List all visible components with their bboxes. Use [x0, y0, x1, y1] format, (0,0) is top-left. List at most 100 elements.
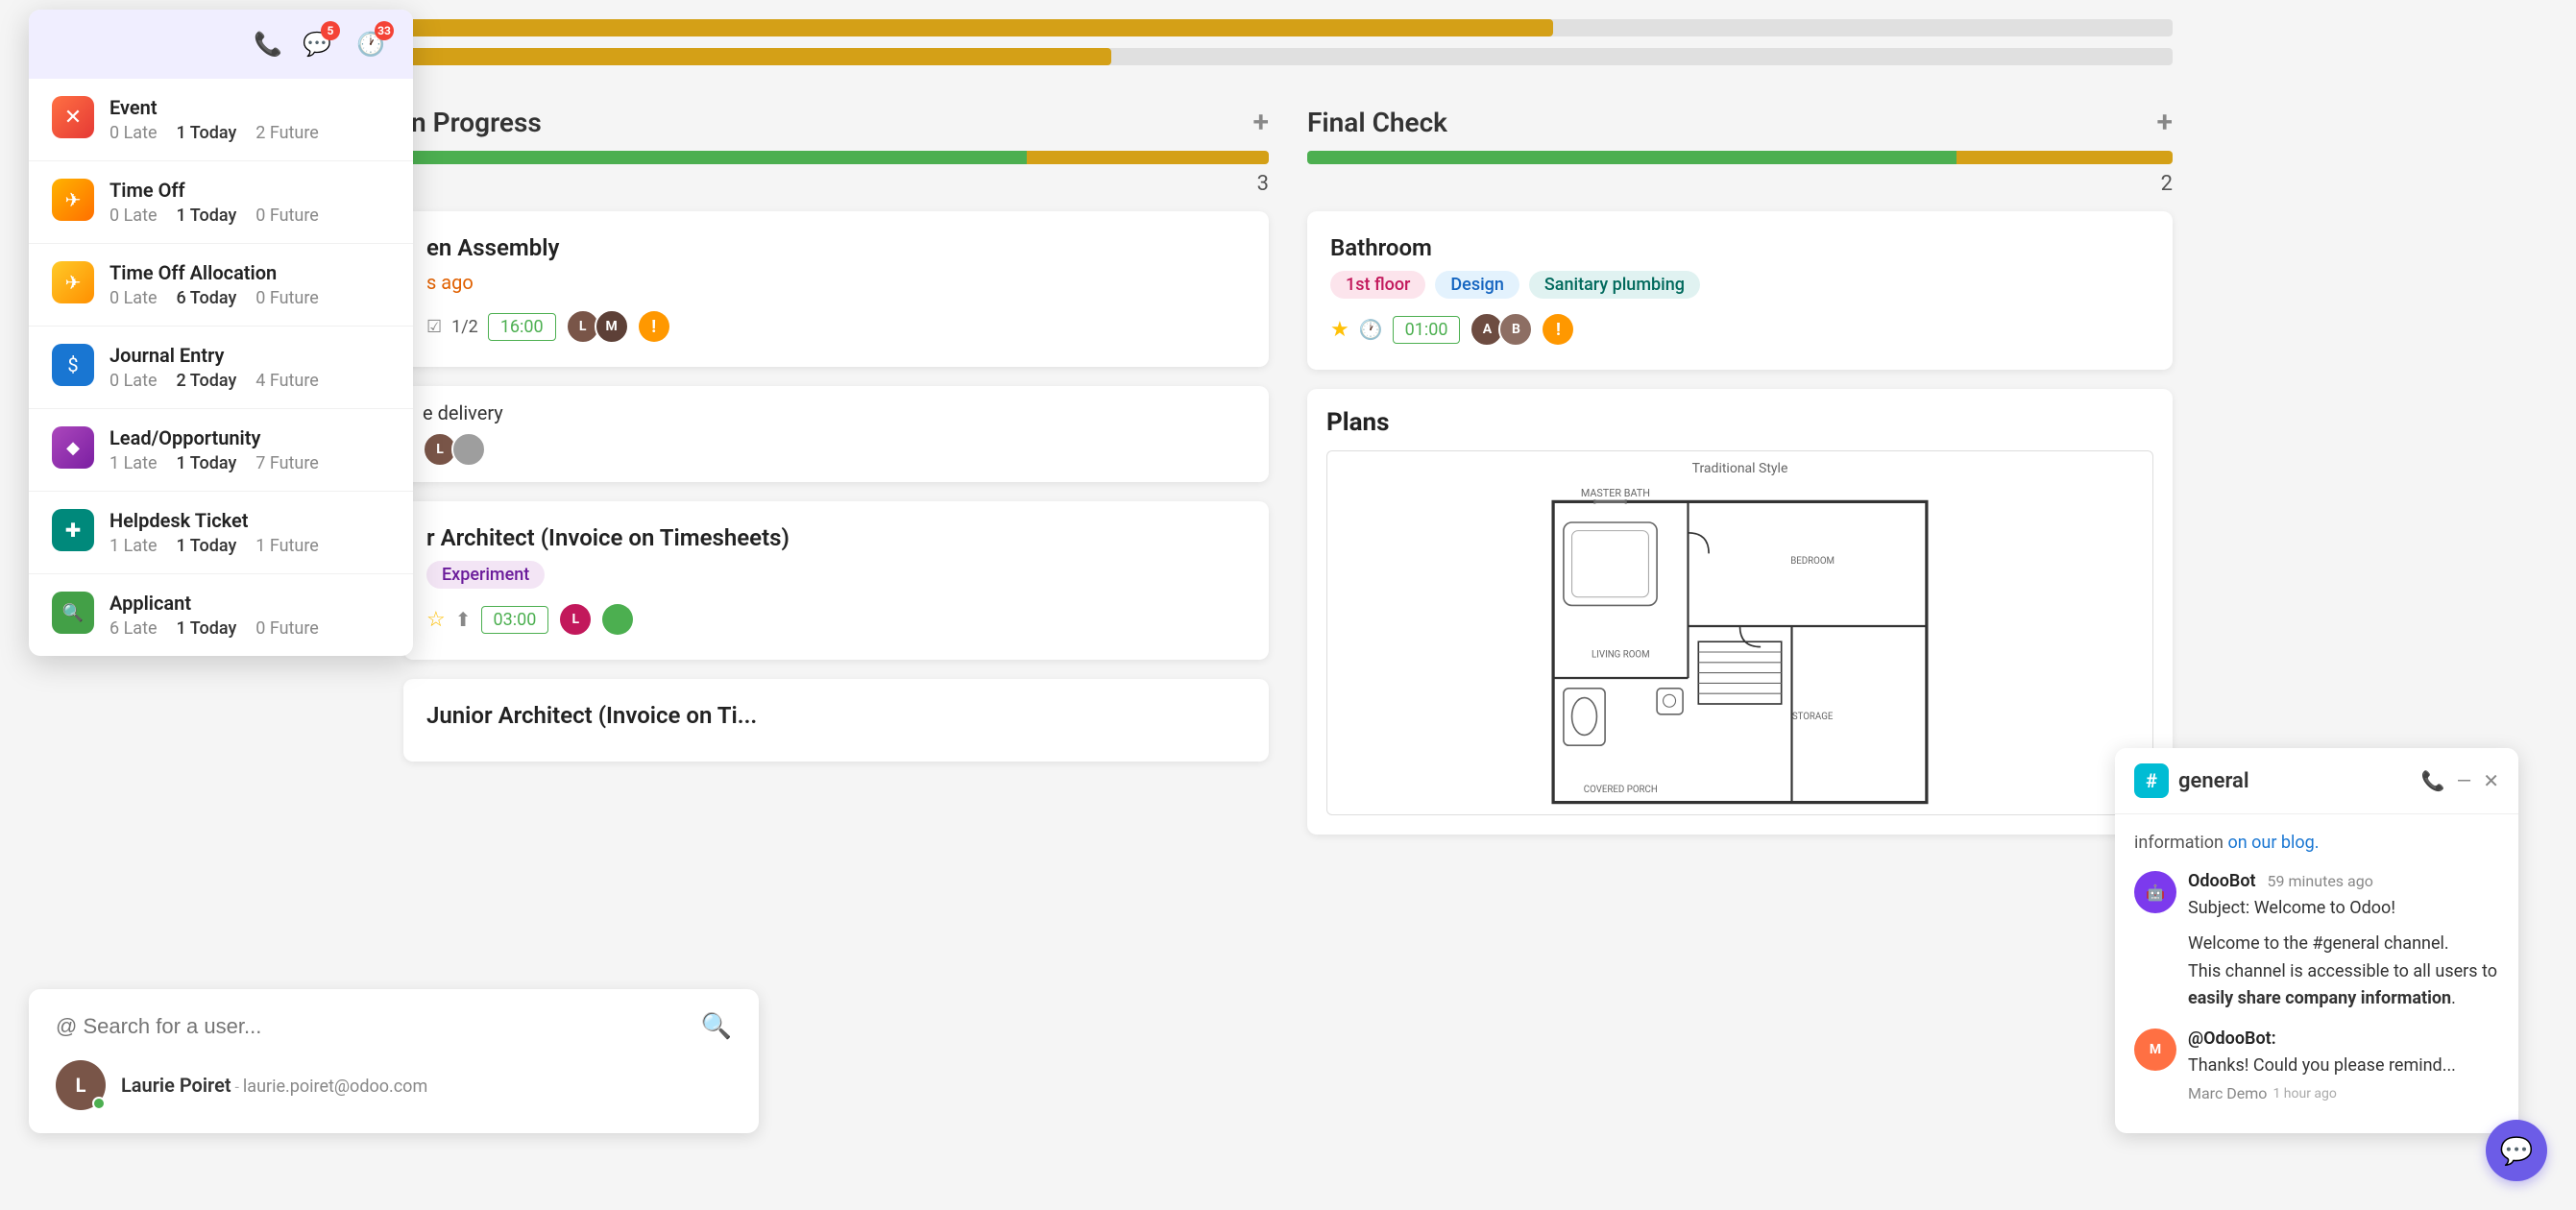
svg-text:MASTER BATH: MASTER BATH — [1581, 487, 1650, 499]
user-avatar-wrapper: L — [56, 1060, 106, 1110]
odoobot-message: 🤖 OdooBot 59 minutes ago Subject: Welcom… — [2134, 871, 2499, 1013]
kanban-card-plans[interactable]: Plans Traditional Style — [1307, 389, 2173, 835]
in-progress-progress — [403, 151, 1269, 164]
welcome-bold: easily share company information — [2188, 988, 2451, 1008]
info-text: information — [2134, 833, 2224, 853]
final-check-gold — [1956, 151, 2173, 164]
bathroom-avatars: A B — [1470, 312, 1533, 347]
in-progress-plus[interactable]: + — [1253, 106, 1270, 139]
marc-content: @OdooBot: Thanks! Could you please remin… — [2188, 1028, 2499, 1102]
architect-title: r Architect (Invoice on Timesheets) — [426, 524, 1246, 551]
search-input-row: 🔍 — [56, 1012, 732, 1041]
helpdesk-future: 1 Future — [255, 536, 319, 556]
assembly-avatars: L M — [566, 309, 629, 344]
plans-title: Plans — [1326, 408, 2153, 437]
marc-body: Thanks! Could you please remind... — [2188, 1053, 2499, 1080]
notification-dropdown: 📞 💬 5 🕐 33 ✕ Event 0 Late 1 Today 2 Futu… — [29, 10, 413, 656]
bathroom-star: ★ — [1330, 318, 1349, 342]
event-future: 2 Future — [255, 123, 319, 143]
event-item-content: Event 0 Late 1 Today 2 Future — [109, 96, 390, 143]
list-item[interactable]: ✈ Time Off 0 Late 1 Today 0 Future — [29, 161, 413, 244]
journal-item-content: Journal Entry 0 Late 2 Today 4 Future — [109, 344, 390, 391]
minimize-icon[interactable]: — — [2457, 769, 2472, 792]
allocation-today: 6 Today — [177, 288, 237, 308]
lead-future: 7 Future — [255, 453, 319, 473]
user-info: Laurie Poiret - laurie.poiret@odoo.com — [121, 1074, 427, 1097]
time-off-item-content: Time Off 0 Late 1 Today 0 Future — [109, 179, 390, 226]
odoobot-reply-text: Thanks! Could you please remind... — [2188, 1055, 2456, 1076]
chat-notification-icon[interactable]: 💬 5 — [298, 25, 336, 63]
in-progress-header: In Progress + — [403, 94, 1269, 151]
assembly-warning-icon: ! — [639, 311, 669, 342]
time-off-allocation-icon: ✈ — [52, 261, 94, 303]
bathroom-avatar-2: B — [1498, 312, 1533, 347]
list-item[interactable]: ✚ Helpdesk Ticket 1 Late 1 Today 1 Futur… — [29, 492, 413, 574]
list-item[interactable]: $ Journal Entry 0 Late 2 Today 4 Future — [29, 327, 413, 409]
activity-notification-icon[interactable]: 🕐 33 — [352, 25, 390, 63]
chat-badge: 5 — [321, 21, 340, 40]
journal-icon: $ — [52, 344, 94, 386]
user-name: Laurie Poiret — [121, 1074, 231, 1097]
lead-late: 1 Late — [109, 453, 158, 473]
architect-avatars: L — [558, 602, 593, 637]
svg-text:STORAGE: STORAGE — [1792, 712, 1834, 722]
final-check-plus[interactable]: + — [2157, 106, 2174, 139]
channel-name: general — [2178, 769, 2249, 793]
list-item[interactable]: 🔍 Applicant 6 Late 1 Today 0 Future — [29, 574, 413, 656]
lead-icon: ◆ — [52, 426, 94, 469]
journal-stats: 0 Late 2 Today 4 Future — [109, 371, 390, 391]
kanban-card-architect[interactable]: r Architect (Invoice on Timesheets) Expe… — [403, 501, 1269, 660]
in-progress-gold — [1027, 151, 1269, 164]
time-off-allocation-content: Time Off Allocation 0 Late 6 Today 0 Fut… — [109, 261, 390, 308]
architect-meta: ☆ ⬆ 03:00 L — [426, 602, 1246, 637]
progress-fill-1 — [403, 19, 1553, 36]
applicant-future: 0 Future — [255, 618, 319, 639]
lead-stats: 1 Late 1 Today 7 Future — [109, 453, 390, 473]
user-email: laurie.poiret@odoo.com — [243, 1077, 427, 1097]
journal-title: Journal Entry — [109, 344, 390, 367]
messaging-actions: 📞 — ✕ — [2421, 769, 2499, 792]
kanban-card-junior-architect[interactable]: Junior Architect (Invoice on Ti... — [403, 679, 1269, 762]
messaging-panel: # general 📞 — ✕ information on our blog.… — [2115, 748, 2518, 1133]
tag-design: Design — [1435, 271, 1519, 299]
kanban-card-open-assembly[interactable]: en Assembly s ago ☑ 1/2 16:00 L M ! — [403, 211, 1269, 367]
blog-link[interactable]: on our blog. — [2227, 833, 2319, 853]
delivery-meta: L — [423, 432, 1250, 467]
kanban-card-bathroom[interactable]: Bathroom 1st floor Design Sanitary plumb… — [1307, 211, 2173, 370]
messaging-header: # general 📞 — ✕ — [2115, 748, 2518, 814]
list-item[interactable]: ✈ Time Off Allocation 0 Late 6 Today 0 F… — [29, 244, 413, 327]
chat-bubble-button[interactable]: 💬 — [2486, 1120, 2547, 1181]
close-messaging-icon[interactable]: ✕ — [2483, 769, 2499, 792]
assembly-fraction: 1/2 — [451, 317, 478, 337]
phone-icon[interactable]: 📞 — [254, 31, 282, 58]
list-item[interactable]: ◆ Lead/Opportunity 1 Late 1 Today 7 Futu… — [29, 409, 413, 492]
floor-plan-image: Traditional Style — [1326, 450, 2153, 815]
lead-title: Lead/Opportunity — [109, 426, 390, 449]
svg-text:LIVING ROOM: LIVING ROOM — [1592, 649, 1650, 660]
final-check-title: Final Check — [1307, 107, 1447, 138]
applicant-title: Applicant — [109, 592, 390, 615]
welcome-text2: This channel is accessible to all users … — [2188, 961, 2497, 981]
list-item[interactable]: ✕ Event 0 Late 1 Today 2 Future — [29, 79, 413, 161]
user-row: L Laurie Poiret - laurie.poiret@odoo.com — [56, 1060, 732, 1110]
search-icon[interactable]: 🔍 — [701, 1012, 732, 1041]
architect-time: 03:00 — [481, 606, 549, 634]
applicant-late: 6 Late — [109, 618, 158, 639]
marc-name: Marc Demo — [2188, 1084, 2267, 1102]
experiment-tag: Experiment — [426, 561, 545, 589]
architect-upload: ⬆ — [455, 608, 472, 631]
time-off-today: 1 Today — [177, 206, 237, 226]
architect-star: ☆ — [426, 608, 446, 632]
odoobot-avatar: 🤖 — [2134, 871, 2176, 913]
progress-bar-2 — [403, 48, 2173, 65]
time-off-allocation-stats: 0 Late 6 Today 0 Future — [109, 288, 390, 308]
kanban-card-delivery[interactable]: e delivery L — [403, 386, 1269, 482]
search-input[interactable] — [56, 1014, 665, 1039]
time-off-allocation-title: Time Off Allocation — [109, 261, 390, 284]
event-icon: ✕ — [52, 96, 94, 138]
floor-plan-label: Traditional Style — [1692, 461, 1788, 476]
marc-sender-row: Marc Demo 1 hour ago — [2188, 1084, 2499, 1102]
phone-call-icon[interactable]: 📞 — [2421, 769, 2445, 792]
journal-future: 4 Future — [255, 371, 319, 391]
time-off-icon: ✈ — [52, 179, 94, 221]
